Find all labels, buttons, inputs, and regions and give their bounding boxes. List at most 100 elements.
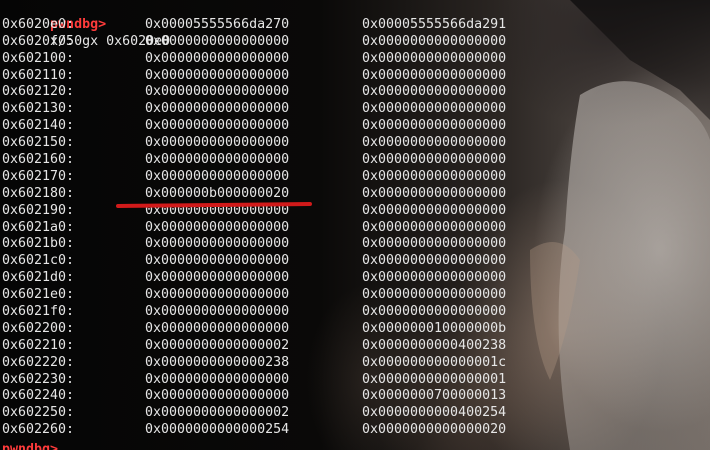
memory-address: 0x602120:: [2, 84, 75, 100]
memory-row: 0x6021d0: 0x0000000000000000 0x00000000000…: [2, 270, 506, 287]
memory-address: 0x602170:: [2, 168, 75, 184]
memory-value-1: 0x0000000000000000: [145, 253, 290, 269]
memory-address: 0x602130:: [2, 101, 75, 117]
memory-value-1: 0x0000000000000002: [145, 337, 290, 353]
memory-row: 0x602230: 0x0000000000000000 0x00000000000…: [2, 371, 506, 389]
memory-value-2: 0x0000000000000001: [362, 371, 507, 387]
memory-row: 0x602210: 0x0000000000000002 0x00000000004…: [2, 337, 506, 355]
memory-value-1: 0x0000000000000000: [145, 219, 290, 235]
memory-address: 0x602200:: [2, 320, 75, 336]
memory-row: 0x602130: 0x0000000000000000 0x00000000000…: [2, 101, 506, 118]
memory-address: 0x6021c0:: [2, 253, 75, 269]
memory-value-1: 0x0000000000000000: [145, 236, 290, 252]
memory-address: 0x602150:: [2, 135, 75, 151]
memory-address: 0x602230:: [2, 371, 75, 387]
memory-row: 0x602110: 0x0000000000000000 0x00000000000…: [2, 67, 506, 85]
memory-address: 0x602100:: [2, 50, 75, 66]
memory-row: 0x602180: 0x000000b000000020 0x00000000000…: [2, 185, 506, 203]
memory-value-1: 0x0000000000000000: [145, 371, 290, 387]
memory-value-1: 0x0000000000000000: [145, 118, 290, 134]
memory-row: 0x602200: 0x0000000000000000 0x00000001000…: [2, 320, 506, 338]
memory-row: 0x602240: 0x0000000000000000 0x00000007000…: [2, 388, 506, 405]
memory-value-1: 0x0000000000000000: [145, 101, 290, 117]
memory-row: 0x6021e0: 0x0000000000000000 0x00000000000…: [2, 287, 506, 304]
memory-address: 0x6021f0:: [2, 304, 75, 320]
memory-value-2: 0x0000000000000000: [362, 50, 507, 66]
next-prompt-label: pwndbg>: [2, 442, 59, 450]
memory-row: 0x6020f0: 0x0000000000000000 0x00000000000…: [2, 33, 506, 51]
memory-value-2: 0x000000010000000b: [362, 320, 507, 336]
memory-value-1: 0x0000000000000000: [145, 84, 290, 100]
memory-row: 0x6021c0: 0x0000000000000000 0x00000000000…: [2, 253, 506, 270]
memory-value-1: 0x0000000000000254: [145, 422, 290, 438]
memory-row: 0x602260: 0x0000000000000254 0x00000000000…: [2, 422, 506, 439]
memory-address: 0x6021e0:: [2, 287, 75, 303]
memory-row: 0x602170: 0x0000000000000000 0x00000000000…: [2, 168, 506, 186]
memory-address: 0x602110:: [2, 67, 75, 83]
memory-row: 0x6021a0: 0x0000000000000000 0x00000000000…: [2, 219, 506, 237]
memory-value-2: 0x0000000000000020: [362, 422, 507, 438]
memory-row: 0x602100: 0x0000000000000000 0x00000000000…: [2, 50, 506, 68]
terminal-window[interactable]: pwndbg> x/50gx 0x6020e0 0x6020e0: 0x00005…: [0, 0, 710, 450]
memory-value-2: 0x0000000000000000: [362, 202, 507, 218]
memory-row: 0x602150: 0x0000000000000000 0x00000000000…: [2, 135, 506, 152]
wallpaper-figure: [530, 0, 710, 450]
memory-value-1: 0x0000000000000000: [145, 33, 290, 49]
memory-value-1: 0x0000000000000000: [145, 388, 290, 404]
memory-address: 0x602250:: [2, 405, 75, 421]
memory-address: 0x602160:: [2, 152, 75, 168]
memory-value-1: 0x0000000000000238: [145, 354, 290, 370]
memory-value-2: 0x0000000000000000: [362, 270, 507, 286]
memory-value-1: 0x0000000000000000: [145, 287, 290, 303]
memory-value-2: 0x000000000000001c: [362, 354, 507, 370]
memory-value-2: 0x0000000000000000: [362, 287, 507, 303]
memory-value-2: 0x0000000000000000: [362, 219, 507, 235]
memory-value-2: 0x0000000000000000: [362, 304, 507, 320]
memory-row: 0x602220: 0x0000000000000238 0x00000000000…: [2, 354, 506, 372]
memory-address: 0x6021a0:: [2, 219, 75, 235]
memory-value-1: 0x0000000000000000: [145, 152, 290, 168]
memory-value-2: 0x0000000000400254: [362, 405, 507, 421]
memory-address: 0x602180:: [2, 185, 75, 201]
memory-value-2: 0x0000000700000013: [362, 388, 507, 404]
memory-value-1: 0x00005555566da270: [145, 16, 290, 32]
memory-value-2: 0x0000000000000000: [362, 135, 507, 151]
memory-value-2: 0x0000000000000000: [362, 253, 507, 269]
memory-value-1: 0x0000000000000000: [145, 67, 290, 83]
memory-value-2: 0x0000000000000000: [362, 185, 507, 201]
memory-row: 0x602120: 0x0000000000000000 0x00000000000…: [2, 84, 506, 101]
memory-value-1: 0x0000000000000000: [145, 304, 290, 320]
memory-row: 0x6021f0: 0x0000000000000000 0x00000000000…: [2, 304, 506, 321]
memory-value-2: 0x0000000000000000: [362, 236, 507, 252]
memory-value-2: 0x0000000000000000: [362, 67, 507, 83]
memory-value-1: 0x0000000000000000: [145, 270, 290, 286]
memory-value-1: 0x0000000000000000: [145, 50, 290, 66]
memory-value-1: 0x0000000000000000: [145, 135, 290, 151]
memory-address: 0x602240:: [2, 388, 75, 404]
memory-row: 0x602250: 0x0000000000000002 0x00000000004…: [2, 405, 506, 422]
memory-address: 0x602260:: [2, 422, 75, 438]
memory-value-1: 0x0000000000000002: [145, 405, 290, 421]
memory-value-2: 0x0000000000000000: [362, 152, 507, 168]
memory-address: 0x602190:: [2, 202, 75, 218]
memory-value-1: 0x0000000000000000: [145, 168, 290, 184]
memory-address: 0x602210:: [2, 337, 75, 353]
memory-address: 0x602140:: [2, 118, 75, 134]
memory-address: 0x602220:: [2, 354, 75, 370]
memory-address: 0x6020e0:: [2, 16, 75, 32]
memory-value-2: 0x0000000000000000: [362, 101, 507, 117]
command-line: pwndbg> x/50gx 0x6020e0: [2, 0, 170, 49]
memory-dump: pwndbg> x/50gx 0x6020e0 0x6020e0: 0x00005…: [2, 0, 506, 439]
memory-row: 0x6021b0: 0x0000000000000000 0x00000000000…: [2, 236, 506, 253]
memory-row: 0x602140: 0x0000000000000000 0x00000000000…: [2, 118, 506, 135]
memory-value-1: 0x0000000000000000: [145, 320, 290, 336]
memory-row: 0x6020e0: 0x00005555566da270 0x00005555566…: [2, 16, 506, 34]
memory-value-2: 0x00005555566da291: [362, 16, 507, 32]
memory-value-2: 0x0000000000000000: [362, 168, 507, 184]
memory-value-2: 0x0000000000400238: [362, 337, 507, 353]
memory-row: 0x602160: 0x0000000000000000 0x00000000000…: [2, 152, 506, 169]
memory-address: 0x6020f0:: [2, 33, 75, 49]
memory-value-1: 0x000000b000000020: [145, 185, 290, 201]
memory-value-2: 0x0000000000000000: [362, 33, 507, 49]
memory-address: 0x6021b0:: [2, 236, 75, 252]
